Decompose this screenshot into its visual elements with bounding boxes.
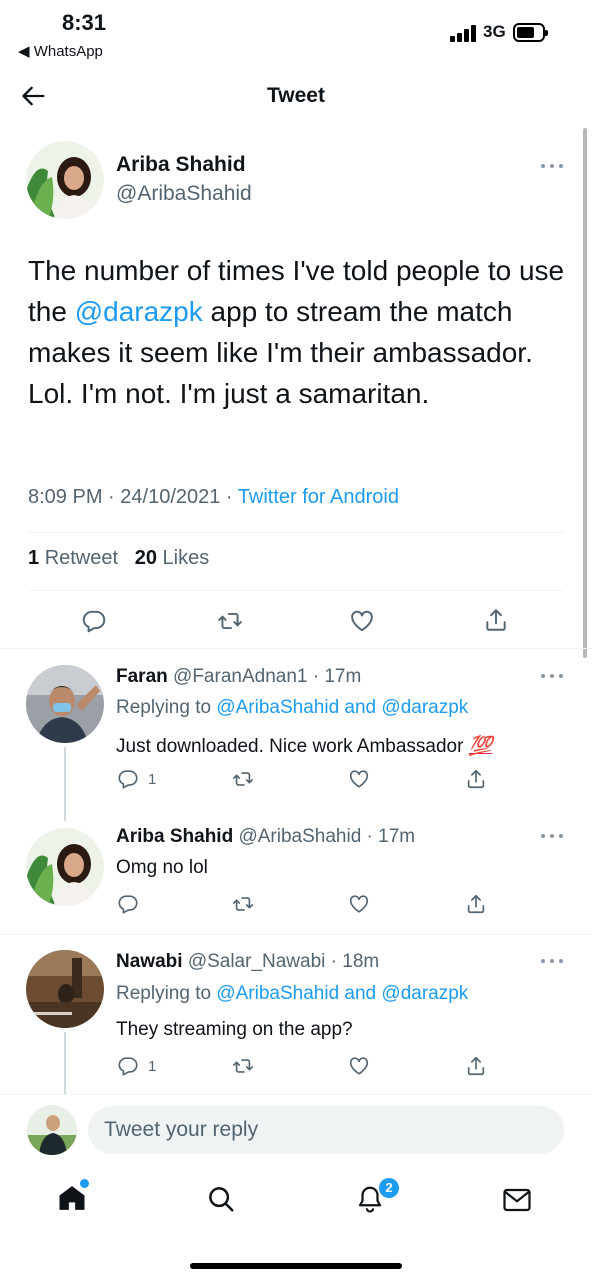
- current-user-avatar[interactable]: [27, 1105, 77, 1155]
- retweet-icon[interactable]: [232, 893, 254, 915]
- scrollbar[interactable]: [583, 128, 587, 658]
- battery-icon: [513, 23, 548, 42]
- reply-text: Just downloaded. Nice work Ambassador 💯: [116, 736, 493, 757]
- tweet-source[interactable]: Twitter for Android: [238, 486, 399, 508]
- replying-to-link[interactable]: @AribaShahid and @darazpk: [216, 983, 468, 1004]
- retweet-icon[interactable]: [232, 768, 254, 790]
- tweet-stats: 1 Retweet 20 Likes: [28, 547, 209, 570]
- reply-compose-box[interactable]: [88, 1106, 564, 1154]
- search-icon[interactable]: [206, 1184, 236, 1214]
- tweet-time: 8:09 PM: [28, 486, 103, 508]
- divider: [28, 590, 564, 591]
- notification-badge: 2: [379, 1178, 399, 1198]
- home-indicator: [190, 1263, 402, 1269]
- divider: [0, 934, 592, 935]
- retweet-icon[interactable]: [232, 1055, 254, 1077]
- back-to-app-link[interactable]: ◀ WhatsApp: [18, 42, 103, 60]
- replying-to: Replying to @AribaShahid and @darazpk: [116, 697, 469, 718]
- avatar[interactable]: [26, 141, 104, 219]
- reply-count: 1: [148, 1058, 157, 1075]
- reply-age: 18m: [342, 951, 380, 972]
- more-options-icon[interactable]: [541, 959, 565, 965]
- reply-count: 1: [148, 771, 157, 788]
- share-icon[interactable]: [465, 1055, 487, 1077]
- reply-author-handle[interactable]: @Salar_Nawabi: [188, 951, 326, 972]
- more-options-icon[interactable]: [541, 674, 565, 680]
- more-options-icon[interactable]: [541, 164, 565, 170]
- share-icon[interactable]: [465, 893, 487, 915]
- reply-input[interactable]: [88, 1106, 564, 1154]
- retweet-icon[interactable]: [217, 608, 243, 634]
- reply-icon[interactable]: [117, 893, 139, 915]
- reply-age: 17m: [378, 826, 416, 847]
- reply-author-handle[interactable]: @AribaShahid: [238, 826, 361, 847]
- share-icon[interactable]: [465, 768, 487, 790]
- reply-header: Faran @FaranAdnan1 · 17m: [116, 666, 362, 687]
- reply-header: Ariba Shahid @AribaShahid · 17m: [116, 826, 416, 847]
- messages-icon[interactable]: [502, 1186, 532, 1214]
- likes-stat[interactable]: 20 Likes: [135, 547, 210, 569]
- tweet-date: 24/10/2021: [120, 486, 221, 508]
- tweet-text: The number of times I've told people to …: [28, 255, 565, 409]
- page-title: Tweet: [267, 84, 325, 107]
- tweet-meta: 8:09 PM · 24/10/2021 · Twitter for Andro…: [28, 486, 399, 508]
- network-type: 3G: [483, 22, 506, 41]
- thread-line: [64, 1032, 66, 1094]
- replying-to: Replying to @AribaShahid and @darazpk: [116, 983, 469, 1004]
- author-handle[interactable]: @AribaShahid: [116, 182, 252, 206]
- like-icon[interactable]: [349, 608, 375, 634]
- like-icon[interactable]: [348, 893, 370, 915]
- reply-author-name[interactable]: Ariba Shahid: [116, 826, 233, 847]
- more-options-icon[interactable]: [541, 834, 565, 840]
- reply-icon[interactable]: [81, 608, 107, 634]
- author-name[interactable]: Ariba Shahid: [116, 153, 246, 177]
- like-icon[interactable]: [348, 768, 370, 790]
- reply-header: Nawabi @Salar_Nawabi · 18m: [116, 951, 380, 972]
- hundred-points-emoji: 💯: [468, 736, 493, 757]
- share-icon[interactable]: [483, 607, 509, 633]
- reply-author-name[interactable]: Faran: [116, 666, 168, 687]
- retweets-stat[interactable]: 1 Retweet: [28, 547, 118, 569]
- reply-icon[interactable]: [117, 768, 139, 790]
- avatar[interactable]: [26, 665, 104, 743]
- avatar[interactable]: [26, 950, 104, 1028]
- reply-text: They streaming on the app?: [116, 1019, 353, 1040]
- status-time: 8:31: [62, 10, 107, 35]
- replying-to-link[interactable]: @AribaShahid and @darazpk: [216, 697, 468, 718]
- home-unread-dot: [80, 1179, 89, 1188]
- divider: [0, 1094, 592, 1095]
- reply-author-handle[interactable]: @FaranAdnan1: [173, 666, 307, 687]
- reply-age: 17m: [324, 666, 362, 687]
- divider: [0, 648, 592, 649]
- mention-link[interactable]: @darazpk: [75, 296, 203, 327]
- reply-text: Omg no lol: [116, 857, 208, 878]
- reply-author-name[interactable]: Nawabi: [116, 951, 183, 972]
- divider: [28, 532, 564, 533]
- thread-line: [64, 747, 66, 821]
- signal-icon: [450, 25, 476, 42]
- reply-icon[interactable]: [117, 1055, 139, 1077]
- avatar[interactable]: [26, 828, 104, 906]
- like-icon[interactable]: [348, 1055, 370, 1077]
